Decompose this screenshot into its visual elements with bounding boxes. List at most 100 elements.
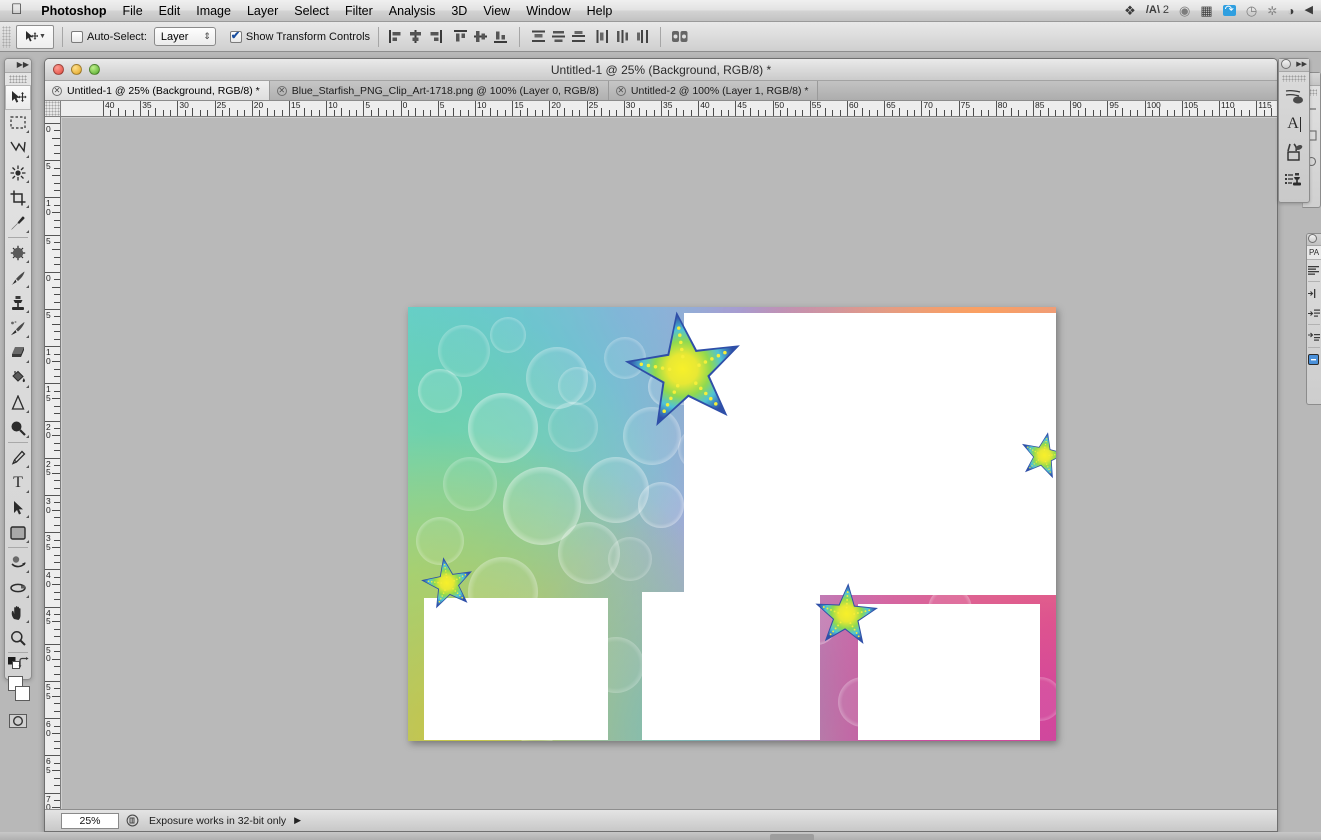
right-panel-header[interactable]: ▶▶ [1279,59,1309,72]
menu-analysis[interactable]: Analysis [381,0,444,22]
menu-window[interactable]: Window [518,0,578,22]
auto-select-checkbox[interactable] [71,30,83,43]
align-bottom-edges-button[interactable] [492,28,509,45]
menu-filter[interactable]: Filter [337,0,381,22]
collapse-panel-icon[interactable]: ▶▶ [17,60,29,69]
indent-left-margin-field[interactable] [1307,283,1321,303]
auto-align-layers-button[interactable] [670,28,690,45]
swap-colors-icon[interactable] [18,657,29,668]
close-button[interactable] [53,64,64,75]
dodge-tool[interactable] [5,415,31,440]
artboard[interactable] [408,307,1056,741]
align-vertical-centers-button[interactable] [472,28,489,45]
crop-tool[interactable] [5,185,31,210]
path-selection-tool[interactable] [5,495,31,520]
photo-frame-bottom-center[interactable] [642,592,820,740]
document-tab-untitled-2[interactable]: ✕ Untitled-2 @ 100% (Layer 1, RGB/8) * [608,81,819,100]
menu-layer[interactable]: Layer [239,0,286,22]
flyout-corner-icon[interactable] [26,465,29,468]
close-icon[interactable]: ✕ [615,85,626,96]
minimize-button[interactable] [71,64,82,75]
show-transform-controls-checkbox[interactable] [229,29,242,43]
brush-tool[interactable] [5,265,31,290]
distribute-vertical-centers-button[interactable] [550,28,567,45]
collapse-panel-icon[interactable]: ▶▶ [1296,60,1307,68]
history-brush-tool[interactable] [5,315,31,340]
clone-source-panel-button[interactable] [1279,166,1309,194]
pen-tool[interactable] [5,445,31,470]
distribute-horizontal-centers-button[interactable] [614,28,631,45]
panel-menu-circle-icon[interactable] [1281,59,1291,72]
flyout-corner-icon[interactable] [26,285,29,288]
character-panel-button[interactable]: A [1279,110,1309,138]
photo-frame-top-right[interactable] [684,313,1056,595]
menu-3d[interactable]: 3D [443,0,475,22]
align-left-text-button[interactable] [1307,260,1321,280]
paragraph-panel-header[interactable] [1307,234,1321,246]
distribute-left-edges-button[interactable] [594,28,611,45]
flyout-corner-icon[interactable] [26,230,29,233]
flyout-corner-icon[interactable] [26,540,29,543]
menu-photoshop[interactable]: Photoshop [33,0,114,22]
move-tool[interactable] [5,85,31,110]
indent-first-line-field[interactable] [1307,326,1321,346]
background-color-swatch[interactable] [15,686,30,701]
paragraph-panel-tab[interactable]: PA [1307,246,1321,260]
rectangular-marquee-tool[interactable] [5,110,31,135]
flyout-corner-icon[interactable] [26,385,29,388]
menu-view[interactable]: View [475,0,518,22]
creative-cloud-icon[interactable]: ◉ [1179,4,1190,17]
zoom-tool[interactable] [5,625,31,650]
flyout-corner-icon[interactable] [26,595,29,598]
flyout-corner-icon[interactable] [26,435,29,438]
menu-help[interactable]: Help [579,0,621,22]
photo-frame-bottom-left[interactable] [424,598,608,740]
flyout-corner-icon[interactable] [26,155,29,158]
sync-icon[interactable]: ↷ [1222,5,1236,16]
menu-image[interactable]: Image [188,0,239,22]
menu-file[interactable]: File [115,0,151,22]
document-tab-blue-starfish[interactable]: ✕ Blue_Starfish_PNG_Clip_Art-1718.png @ … [269,81,609,100]
eraser-tool[interactable] [5,340,31,365]
flyout-corner-icon[interactable] [26,515,29,518]
flyout-corner-icon[interactable] [26,310,29,313]
flyout-corner-icon[interactable] [26,205,29,208]
align-left-edges-button[interactable] [387,28,404,45]
spot-healing-brush-tool[interactable] [5,240,31,265]
horizontal-ruler[interactable]: 40 35 30 25 20 15 10 5 0 5 10 15 20 25 30 35 40 45 50 55 60 6… [61,101,1277,117]
options-bar-grip[interactable] [2,25,11,48]
distribute-top-edges-button[interactable] [530,28,547,45]
menu-select[interactable]: Select [286,0,337,22]
document-title-bar[interactable]: Untitled-1 @ 25% (Background, RGB/8) * [45,59,1277,81]
time-machine-icon[interactable]: ◷ [1246,4,1257,17]
tools-palette-header[interactable]: ▶▶ [5,59,31,73]
auto-select-scope-dropdown[interactable]: Layer [153,27,216,46]
panel-menu-circle-icon[interactable] [1308,234,1317,246]
3d-rotate-tool[interactable] [5,550,31,575]
notes-icon[interactable]: ▦ [1200,4,1212,17]
flyout-corner-icon[interactable] [26,130,29,133]
tool-flyout-chevron-icon[interactable]: ▼ [39,33,46,40]
vertical-ruler[interactable]: 05105051015202530354045505560657075 [45,117,61,809]
flyout-corner-icon[interactable] [26,490,29,493]
volume-icon[interactable]: ◀ [1305,5,1313,16]
close-icon[interactable]: ✕ [52,85,62,96]
quick-mask-toggle[interactable] [5,711,31,731]
align-top-edges-button[interactable] [452,28,469,45]
lasso-tool[interactable] [5,135,31,160]
horizontal-type-tool[interactable]: T [5,470,31,495]
zoom-level-field[interactable]: 25% [61,812,119,829]
status-menu-arrow-icon[interactable]: ▶ [294,815,301,826]
menu-edit[interactable]: Edit [151,0,189,22]
dropbox-icon[interactable]: ❖ [1124,4,1136,17]
gradient-tool[interactable] [5,365,31,390]
blur-tool[interactable] [5,390,31,415]
canvas-area[interactable] [62,118,1277,809]
hand-tool[interactable] [5,600,31,625]
zoom-button[interactable] [89,64,100,75]
flyout-corner-icon[interactable] [26,260,29,263]
distribute-right-edges-button[interactable] [634,28,651,45]
ruler-origin-corner[interactable] [45,101,61,117]
eyedropper-tool[interactable] [5,210,31,235]
flyout-corner-icon[interactable] [26,335,29,338]
